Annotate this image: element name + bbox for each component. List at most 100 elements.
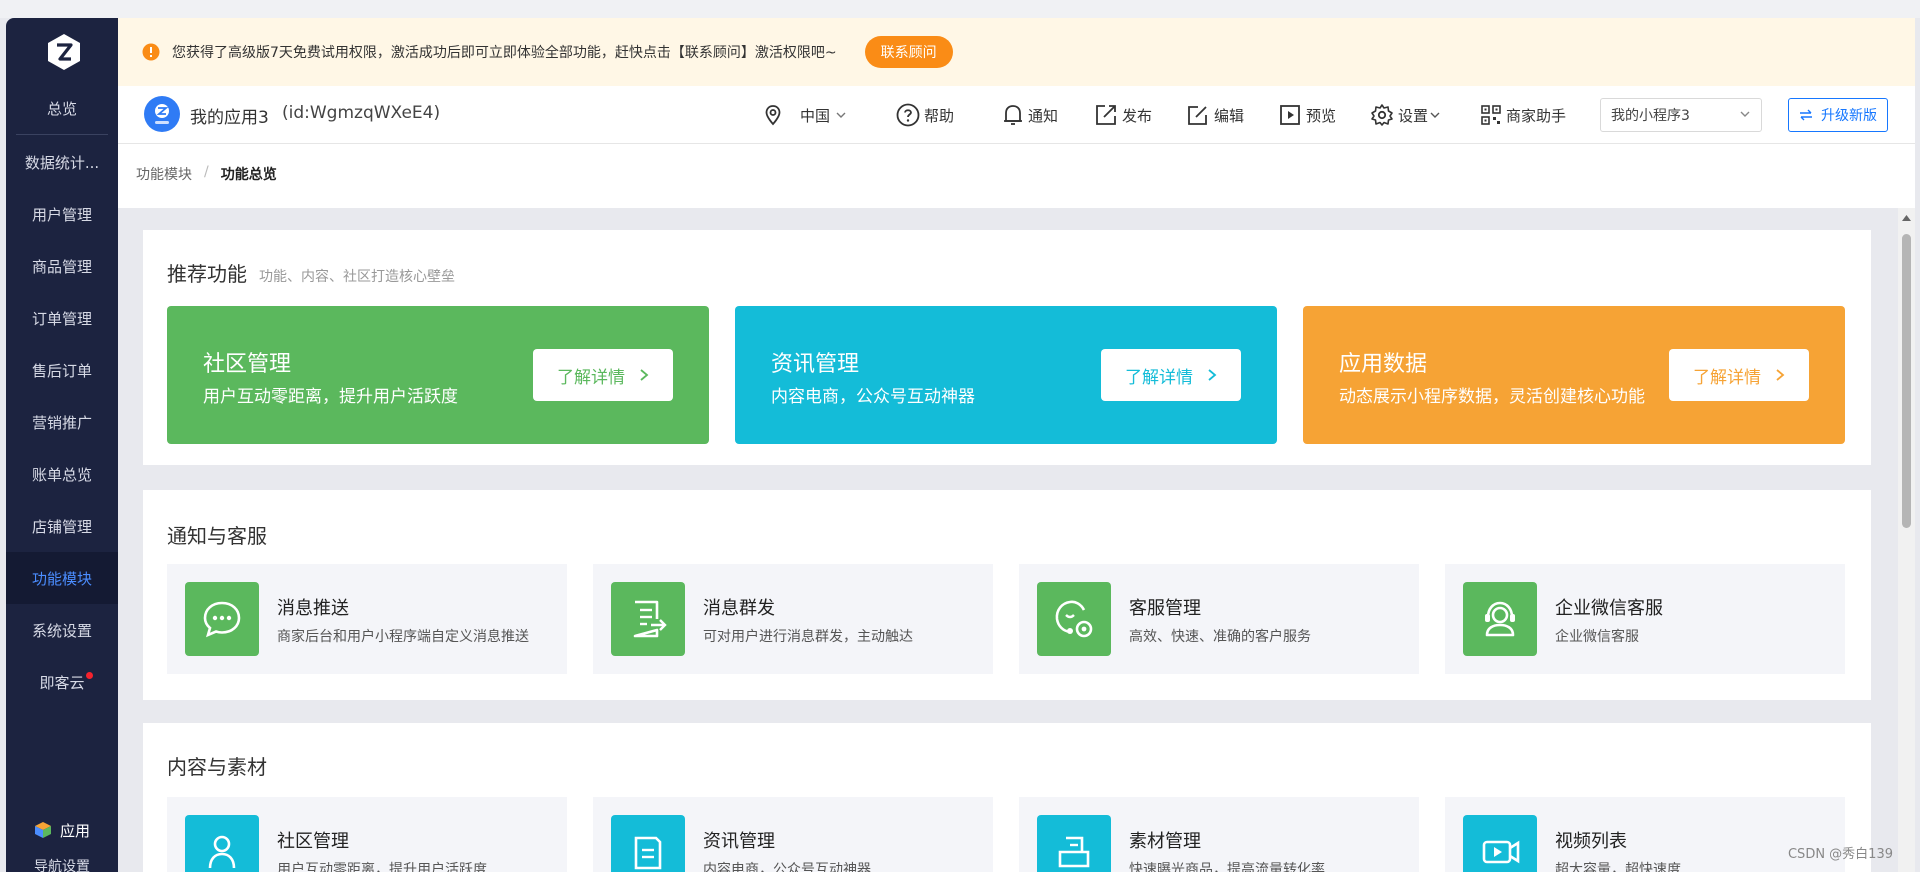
feature-card-message-push[interactable]: 消息推送 商家后台和用户小程序端自定义消息推送 [167,564,567,674]
feature-desc: 超大容量，超快速度 [1555,862,1681,872]
feature-card-wecom-service[interactable]: 企业微信客服 企业微信客服 [1445,564,1845,674]
chevron-right-icon [1208,369,1217,381]
sidebar-item-aftersale[interactable]: 售后订单 [6,344,118,396]
recommended-card-news[interactable]: 资讯管理 内容电商，公众号互动神器 了解详情 [735,306,1277,444]
feature-title: 社区管理 [277,831,349,852]
qr-code-icon [1481,105,1501,125]
feature-desc: 企业微信客服 [1555,629,1639,645]
feature-desc: 商家后台和用户小程序端自定义消息推送 [277,629,529,645]
sidebar-item-store[interactable]: 店铺管理 [6,500,118,552]
section-subtitle: 功能、内容、社区打造核心壁垒 [259,269,455,285]
warning-icon [142,43,160,61]
feature-card-community[interactable]: 社区管理 用户互动零距离，提升用户活跃度 [167,797,567,872]
sidebar-item-products[interactable]: 商品管理 [6,240,118,292]
app-avatar-icon[interactable] [144,96,180,132]
notify-label: 通知 [1028,106,1059,125]
settings-label: 设置 [1398,106,1429,125]
vertical-scrollbar[interactable] [1898,208,1915,872]
watermark: CSDN @秀白139 [1787,847,1893,862]
contact-advisor-button[interactable]: 联系顾问 [864,36,953,68]
upgrade-label: 升级新版 [1821,108,1877,124]
help-circle-icon [896,103,920,127]
feature-card-material[interactable]: 素材管理 快速曝光商品，提高流量转化率 [1019,797,1419,872]
card-desc: 内容电商，公众号互动神器 [771,387,975,407]
recommended-panel: 推荐功能 功能、内容、社区打造核心壁垒 社区管理 用户互动零距离，提升用户活跃度 … [143,230,1871,465]
learn-more-button[interactable]: 了解详情 [1101,349,1241,401]
sidebar-item-label: 数据统计... [24,153,100,172]
sidebar-item-modules[interactable]: 功能模块 [6,552,118,604]
learn-more-label: 了解详情 [1125,367,1193,388]
preview-label: 预览 [1306,106,1337,125]
feature-card-news[interactable]: 资讯管理 内容电商，公众号互动神器 [593,797,993,872]
breadcrumb-current: 功能总览 [220,167,277,183]
recommended-title: 推荐功能 功能、内容、社区打造核心壁垒 [167,258,455,287]
learn-more-button[interactable]: 了解详情 [533,349,673,401]
chevron-down-icon [1430,112,1440,118]
section-title: 内容与素材 [167,755,267,779]
chevron-down-icon [1740,111,1750,117]
browser-top-strip [0,0,1920,18]
card-title: 社区管理 [203,352,292,377]
preview-link[interactable]: 预览 [1278,100,1336,130]
sidebar-item-nav-settings[interactable]: 导航设置 [6,856,118,872]
sidebar-item-jikeyun[interactable]: 即客云 [6,656,118,708]
recommended-card-community[interactable]: 社区管理 用户互动零距离，提升用户活跃度 了解详情 [167,306,709,444]
feature-card-message-broadcast[interactable]: 消息群发 可对用户进行消息群发，主动触达 [593,564,993,674]
edit-link[interactable]: 编辑 [1186,100,1244,130]
feature-card-video-list[interactable]: 视频列表 超大容量，超快速度 [1445,797,1845,872]
feature-desc: 内容电商，公众号互动神器 [703,862,871,872]
sidebar-item-marketing[interactable]: 营销推广 [6,396,118,448]
sidebar-item-label: 总览 [46,99,77,118]
section-title: 推荐功能 [167,262,247,286]
region-selector[interactable]: 中国 [762,100,850,130]
divider [16,134,108,135]
news-icon [611,815,685,872]
notice-message: 您获得了高级版7天免费试用权限，激活成功后即可立即体验全部功能，赶快点击【联系顾… [172,45,837,61]
card-desc: 动态展示小程序数据，灵活创建核心功能 [1339,387,1645,407]
scroll-up-arrow-icon[interactable] [1901,214,1912,222]
chat-bubble-icon [185,582,259,656]
service-gear-icon [1037,582,1111,656]
feature-title: 消息推送 [277,598,349,619]
sidebar-item-system-settings[interactable]: 系统设置 [6,604,118,656]
main-area: 您获得了高级版7天免费试用权限，激活成功后即可立即体验全部功能，赶快点击【联系顾… [118,18,1915,872]
notify-link[interactable]: 通知 [1002,100,1058,130]
settings-menu[interactable]: 设置 [1370,100,1444,130]
community-icon [185,815,259,872]
merchant-assistant-link[interactable]: 商家助手 [1480,100,1566,130]
mini-program-select[interactable]: 我的小程序3 [1600,98,1762,132]
upgrade-button[interactable]: 升级新版 [1788,98,1888,132]
feature-card-customer-service[interactable]: 客服管理 高效、快速、准确的客户服务 [1019,564,1419,674]
sidebar-item-billing[interactable]: 账单总览 [6,448,118,500]
feature-title: 资讯管理 [703,831,775,852]
top-header: 我的应用3 (id:WgmzqWXeE4) 中国 帮助 通知 发布 编辑 预览 … [118,86,1915,144]
learn-more-button[interactable]: 了解详情 [1669,349,1809,401]
sidebar-item-overview[interactable]: 总览 [6,82,118,134]
publish-icon [1096,105,1116,125]
app-logo-icon[interactable] [44,32,84,72]
publish-link[interactable]: 发布 [1094,100,1152,130]
sidebar-item-label: 即客云 [39,673,85,692]
sidebar-item-app[interactable]: 应用 [6,810,118,850]
sidebar-item-label: 售后订单 [31,361,92,380]
sidebar-item-stats[interactable]: 数据统计... [6,136,118,188]
sidebar-item-orders[interactable]: 订单管理 [6,292,118,344]
sidebar-item-users[interactable]: 用户管理 [6,188,118,240]
scrollbar-thumb[interactable] [1902,234,1911,528]
mini-program-select-value: 我的小程序3 [1611,108,1690,124]
breadcrumb-parent[interactable]: 功能模块 [136,164,192,184]
material-icon [1037,815,1111,872]
breadcrumb: 功能模块 / 功能总览 [136,164,277,184]
help-link[interactable]: 帮助 [896,100,954,130]
feature-title: 素材管理 [1129,831,1201,852]
section-title: 通知与客服 [167,524,267,548]
sidebar-app-label: 应用 [59,821,90,840]
sidebar-item-label: 导航设置 [34,859,90,872]
recommended-card-app-data[interactable]: 应用数据 动态展示小程序数据，灵活创建核心功能 了解详情 [1303,306,1845,444]
gear-icon [1371,104,1393,126]
headset-user-icon [1463,582,1537,656]
app-id: (id:WgmzqWXeE4) [282,103,441,123]
edit-icon [1188,106,1207,125]
sidebar-item-label: 订单管理 [31,309,92,328]
help-label: 帮助 [924,106,955,125]
